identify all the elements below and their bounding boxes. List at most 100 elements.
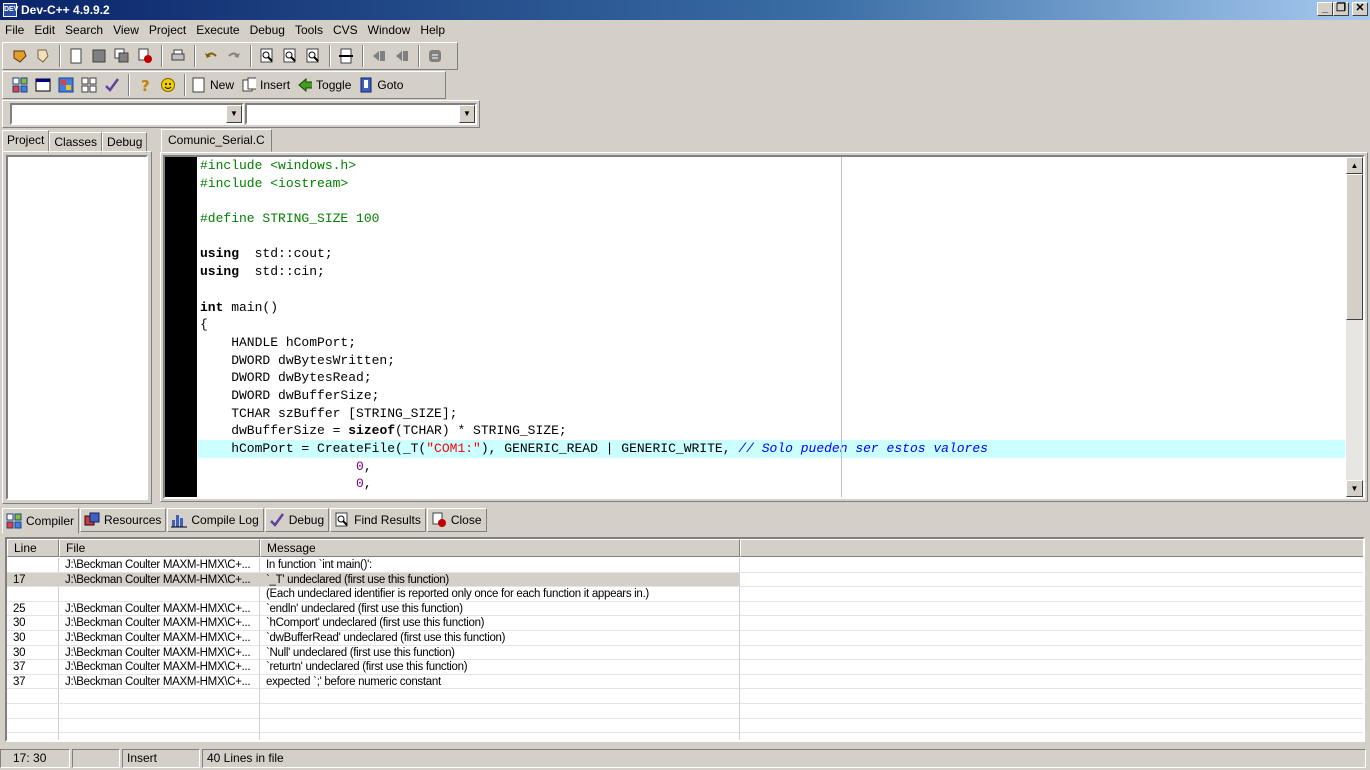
menu-search[interactable]: Search (60, 20, 108, 40)
scroll-up-icon[interactable]: ▲ (1346, 157, 1363, 174)
code-line[interactable] (198, 192, 1345, 210)
code-line[interactable]: DWORD dwBufferSize; (198, 387, 1345, 405)
indent-icon[interactable] (368, 45, 390, 67)
rebuild-all-icon[interactable] (78, 74, 100, 96)
minimize-button[interactable]: _ (1317, 2, 1333, 16)
code-line[interactable]: #define STRING_SIZE 100 (198, 210, 1345, 228)
message-row[interactable]: 30 J:\Beckman Coulter MAXM-HMX\C+... `Null… (7, 645, 1363, 661)
code-line[interactable]: 0, (198, 475, 1345, 493)
new-file-icon[interactable] (65, 45, 87, 67)
menu-view[interactable]: View (108, 20, 144, 40)
code-line[interactable]: 0, (198, 458, 1345, 476)
insert-button[interactable]: Insert (240, 74, 296, 96)
unindent-icon[interactable] (391, 45, 413, 67)
menu-debug[interactable]: Debug (245, 20, 290, 40)
scroll-down-icon[interactable]: ▼ (1346, 480, 1363, 497)
undo-icon[interactable] (200, 45, 222, 67)
message-row[interactable] (7, 718, 1363, 734)
scroll-thumb[interactable] (1346, 174, 1363, 320)
code-line[interactable]: using std::cout; (198, 245, 1345, 263)
menu-execute[interactable]: Execute (191, 20, 244, 40)
title-bar[interactable]: DEV Dev-C++ 4.9.9.2 _ ❐ ✕ (0, 0, 1370, 20)
code-line[interactable]: using std::cin; (198, 263, 1345, 281)
restore-button[interactable]: ❐ (1333, 2, 1349, 16)
code-area[interactable]: #include <windows.h> #include <iostream> … (198, 157, 1345, 497)
new-class-button[interactable]: New (190, 74, 240, 96)
editor-gutter[interactable] (165, 157, 197, 497)
find-icon[interactable] (256, 45, 278, 67)
member-combo[interactable]: ▼ (245, 103, 477, 125)
menu-cvs[interactable]: CVS (328, 20, 363, 40)
toggle-comment-icon[interactable] (424, 45, 446, 67)
message-row[interactable]: J:\Beckman Coulter MAXM-HMX\C+... In func… (7, 558, 1363, 573)
code-line[interactable]: #include <windows.h> (198, 157, 1345, 175)
open-project-icon[interactable] (9, 45, 31, 67)
message-row[interactable] (7, 704, 1363, 719)
message-row[interactable]: 25 J:\Beckman Coulter MAXM-HMX\C+... `endl… (7, 601, 1363, 617)
app-icon[interactable]: DEV (3, 3, 18, 17)
code-line[interactable]: dwBufferSize = sizeof(TCHAR) * STRING_SI… (198, 422, 1345, 440)
code-line[interactable]: #include <iostream> (198, 175, 1345, 193)
tab-find-results[interactable]: Find Results (330, 508, 426, 532)
message-row[interactable]: 30 J:\Beckman Coulter MAXM-HMX\C+... `dwBu… (7, 631, 1363, 646)
message-row[interactable]: 37 J:\Beckman Coulter MAXM-HMX\C+... expec… (7, 674, 1363, 690)
close-window-button[interactable]: ✕ (1352, 2, 1368, 16)
tab-compiler[interactable]: Compiler (2, 508, 80, 534)
tab-project[interactable]: Project (2, 130, 50, 153)
message-row[interactable] (7, 689, 1363, 704)
code-line[interactable]: TCHAR szBuffer [STRING_SIZE]; (198, 405, 1345, 423)
tab-comunic-serial[interactable]: Comunic_Serial.C (161, 129, 272, 152)
goto-line-icon[interactable] (335, 45, 357, 67)
menu-project[interactable]: Project (144, 20, 191, 40)
chevron-down-icon[interactable]: ▼ (459, 105, 475, 123)
print-icon[interactable] (167, 45, 189, 67)
toggle-bookmark-button[interactable]: Toggle (296, 74, 357, 96)
code-line[interactable]: DWORD dwBytesWritten; (198, 352, 1345, 370)
tab-resources[interactable]: Resources (80, 508, 167, 532)
menu-tools[interactable]: Tools (290, 20, 328, 40)
run-icon[interactable] (32, 74, 54, 96)
save-icon[interactable] (88, 45, 110, 67)
message-row[interactable] (7, 733, 1363, 740)
tab-close[interactable]: Close (426, 508, 487, 532)
code-line[interactable] (198, 281, 1345, 299)
tab-debug[interactable]: Debug (102, 132, 148, 153)
about-icon[interactable] (157, 74, 179, 96)
project-tree[interactable] (6, 155, 148, 500)
compiler-messages-list[interactable]: Line File Message J:\Beckman Coulter MAX… (5, 537, 1365, 742)
code-line[interactable]: hComPort = CreateFile(_T("COM1:"), GENER… (198, 440, 1345, 458)
open-file-icon[interactable] (32, 45, 54, 67)
tab-debug-output[interactable]: Debug (264, 508, 330, 532)
column-header-message[interactable]: Message (260, 539, 740, 557)
code-line[interactable]: { (198, 316, 1345, 334)
editor-scrollbar[interactable]: ▲ ▼ (1346, 157, 1363, 497)
menu-file[interactable]: File (0, 20, 29, 40)
class-combo[interactable]: ▼ (10, 103, 244, 125)
menu-edit[interactable]: Edit (29, 20, 60, 40)
tab-compile-log[interactable]: Compile Log (167, 508, 264, 532)
close-file-icon[interactable] (134, 45, 156, 67)
replace-icon[interactable] (279, 45, 301, 67)
menu-help[interactable]: Help (415, 20, 450, 40)
code-line[interactable] (198, 228, 1345, 246)
code-line[interactable]: HANDLE hComPort; (198, 334, 1345, 352)
help-icon[interactable]: ? (134, 74, 156, 96)
tab-classes[interactable]: Classes (49, 132, 103, 153)
debug-check-icon[interactable] (101, 74, 123, 96)
save-all-icon[interactable] (111, 45, 133, 67)
chevron-down-icon[interactable]: ▼ (226, 105, 242, 123)
message-row[interactable]: 17 J:\Beckman Coulter MAXM-HMX\C+... `_T' … (7, 572, 1363, 588)
message-row[interactable]: (Each undeclared identifier is reported … (7, 587, 1363, 602)
menu-window[interactable]: Window (363, 20, 416, 40)
goto-bookmark-button[interactable]: Goto (357, 74, 409, 96)
message-row[interactable]: 30 J:\Beckman Coulter MAXM-HMX\C+... `hCom… (7, 616, 1363, 631)
compile-icon[interactable] (9, 74, 31, 96)
compile-run-icon[interactable] (55, 74, 77, 96)
column-header-file[interactable]: File (59, 539, 260, 557)
code-line[interactable]: int main() (198, 299, 1345, 317)
find-next-icon[interactable] (302, 45, 324, 67)
column-header-line[interactable]: Line (7, 539, 59, 557)
message-row[interactable]: 37 J:\Beckman Coulter MAXM-HMX\C+... `retu… (7, 660, 1363, 675)
redo-icon[interactable] (223, 45, 245, 67)
code-line[interactable]: DWORD dwBytesRead; (198, 369, 1345, 387)
